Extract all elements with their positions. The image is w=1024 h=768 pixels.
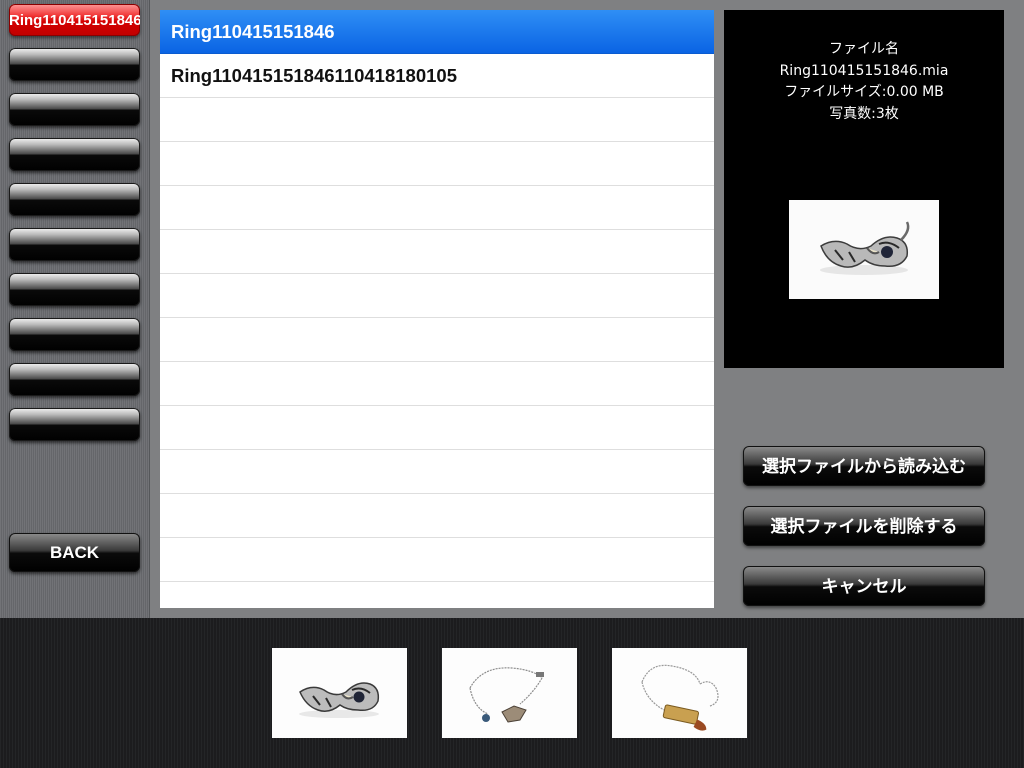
slot-button-8[interactable] <box>9 318 140 351</box>
slot-button-5[interactable] <box>9 183 140 216</box>
back-button[interactable]: BACK <box>9 533 140 572</box>
thumbnail-1[interactable] <box>272 648 407 738</box>
bullet-pendant-photo-icon <box>641 664 719 731</box>
file-row-empty[interactable] <box>160 186 714 230</box>
file-row[interactable]: Ring110415151846 <box>160 10 714 54</box>
file-row[interactable]: Ring110415151846110418180105 <box>160 54 714 98</box>
slot-button-10[interactable] <box>9 408 140 441</box>
slot-button-3[interactable] <box>9 93 140 126</box>
sidebar: Ring110415151846 BACK <box>0 0 150 618</box>
ring-photo-icon <box>820 221 910 275</box>
slot-button-2[interactable] <box>9 48 140 81</box>
file-row-empty[interactable] <box>160 582 714 608</box>
delete-selected-file-button[interactable]: 選択ファイルを削除する <box>743 506 985 546</box>
file-row-empty[interactable] <box>160 230 714 274</box>
slot-button-7[interactable] <box>9 273 140 306</box>
thumbnail-3[interactable] <box>612 648 747 738</box>
thumbnail-2[interactable] <box>442 648 577 738</box>
slot-button-6[interactable] <box>9 228 140 261</box>
file-row-empty[interactable] <box>160 98 714 142</box>
cancel-button[interactable]: キャンセル <box>743 566 985 606</box>
file-list[interactable]: Ring110415151846 Ring1104151518461104181… <box>160 10 714 608</box>
necklace-photo-icon <box>469 667 544 723</box>
file-row-empty[interactable] <box>160 274 714 318</box>
file-row-empty[interactable] <box>160 362 714 406</box>
file-row-empty[interactable] <box>160 406 714 450</box>
ring-preview-image <box>789 200 939 299</box>
photo-count-value: 写真数:3枚 <box>829 105 899 122</box>
filename-value: Ring110415151846.mia <box>779 62 949 79</box>
slot-button-1[interactable]: Ring110415151846 <box>9 4 140 36</box>
file-row-empty[interactable] <box>160 318 714 362</box>
thumbnail-strip <box>0 618 1024 768</box>
file-row-empty[interactable] <box>160 538 714 582</box>
ring-photo-icon <box>299 682 380 718</box>
filesize-value: ファイルサイズ:0.00 MB <box>784 84 944 100</box>
file-row-empty[interactable] <box>160 450 714 494</box>
file-info-panel: ファイル名 Ring110415151846.mia ファイルサイズ:0.00 … <box>724 10 1004 368</box>
file-row-empty[interactable] <box>160 494 714 538</box>
load-selected-file-button[interactable]: 選択ファイルから読み込む <box>743 446 985 486</box>
slot-button-9[interactable] <box>9 363 140 396</box>
slot-button-4[interactable] <box>9 138 140 171</box>
file-row-empty[interactable] <box>160 142 714 186</box>
filename-label: ファイル名 <box>829 41 899 57</box>
